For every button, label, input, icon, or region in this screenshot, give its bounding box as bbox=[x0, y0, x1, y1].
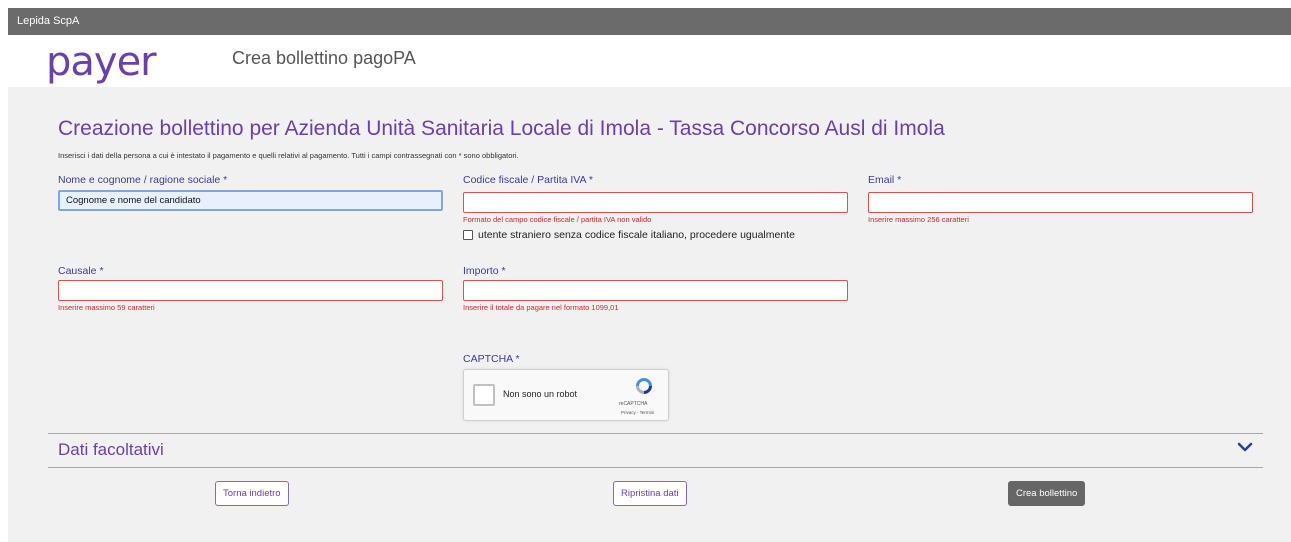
section-divider-bottom bbox=[48, 467, 1263, 468]
form-area: Creazione bollettino per Azienda Unità S… bbox=[8, 87, 1291, 542]
recaptcha-brand: reCAPTCHA bbox=[619, 401, 648, 407]
reason-error: Inserire massimo 59 caratteri bbox=[58, 303, 155, 312]
reason-input[interactable] bbox=[58, 280, 443, 301]
email-error: Inserire massimo 256 caratteri bbox=[868, 215, 969, 224]
recaptcha-widget: Non sono un robot reCAPTCHA Privacy - Te… bbox=[463, 369, 669, 421]
payer-logo[interactable]: payer bbox=[46, 37, 157, 87]
amount-label: Importo * bbox=[463, 265, 506, 277]
app-header: payer Crea bollettino pagoPA bbox=[8, 35, 1291, 87]
foreign-user-label: utente straniero senza codice fiscale it… bbox=[478, 229, 795, 241]
recaptcha-terms-link[interactable]: Privacy - Termini bbox=[621, 410, 654, 415]
form-instructions: Inserisci i dati della persona a cui è i… bbox=[58, 151, 519, 160]
tax-code-input[interactable] bbox=[463, 192, 848, 213]
chevron-down-icon[interactable] bbox=[1236, 438, 1254, 456]
amount-input[interactable] bbox=[463, 280, 848, 301]
back-button[interactable]: Torna indietro bbox=[215, 481, 289, 506]
org-name: Lepida ScpA bbox=[17, 15, 80, 27]
page-title: Creazione bollettino per Azienda Unità S… bbox=[58, 117, 945, 140]
reason-label: Causale * bbox=[58, 265, 104, 277]
page-root: Lepida ScpA payer Crea bollettino pagoPA… bbox=[0, 0, 1291, 542]
email-input[interactable] bbox=[868, 192, 1253, 213]
recaptcha-checkbox[interactable] bbox=[473, 384, 495, 406]
name-label: Nome e cognome / ragione sociale * bbox=[58, 174, 228, 186]
email-label: Email * bbox=[868, 174, 902, 186]
section-divider-top bbox=[48, 433, 1263, 434]
name-input[interactable] bbox=[58, 190, 443, 211]
foreign-user-option[interactable]: utente straniero senza codice fiscale it… bbox=[463, 229, 795, 241]
tax-code-error: Formato del campo codice fiscale / parti… bbox=[463, 215, 652, 224]
captcha-label: CAPTCHA * bbox=[463, 353, 520, 365]
header-title: Crea bollettino pagoPA bbox=[232, 48, 416, 68]
org-topbar: Lepida ScpA bbox=[8, 8, 1291, 35]
optional-section-title[interactable]: Dati facoltativi bbox=[58, 440, 164, 460]
tax-code-label: Codice fiscale / Partita IVA * bbox=[463, 174, 593, 186]
reset-button[interactable]: Ripristina dati bbox=[613, 481, 687, 506]
create-bulletin-button[interactable]: Crea bollettino bbox=[1008, 481, 1086, 506]
recaptcha-text: Non sono un robot bbox=[503, 389, 578, 399]
amount-error: Inserire il totale da pagare nel formato… bbox=[463, 303, 619, 312]
recaptcha-logo-icon bbox=[636, 378, 652, 394]
foreign-user-checkbox[interactable] bbox=[463, 230, 473, 240]
